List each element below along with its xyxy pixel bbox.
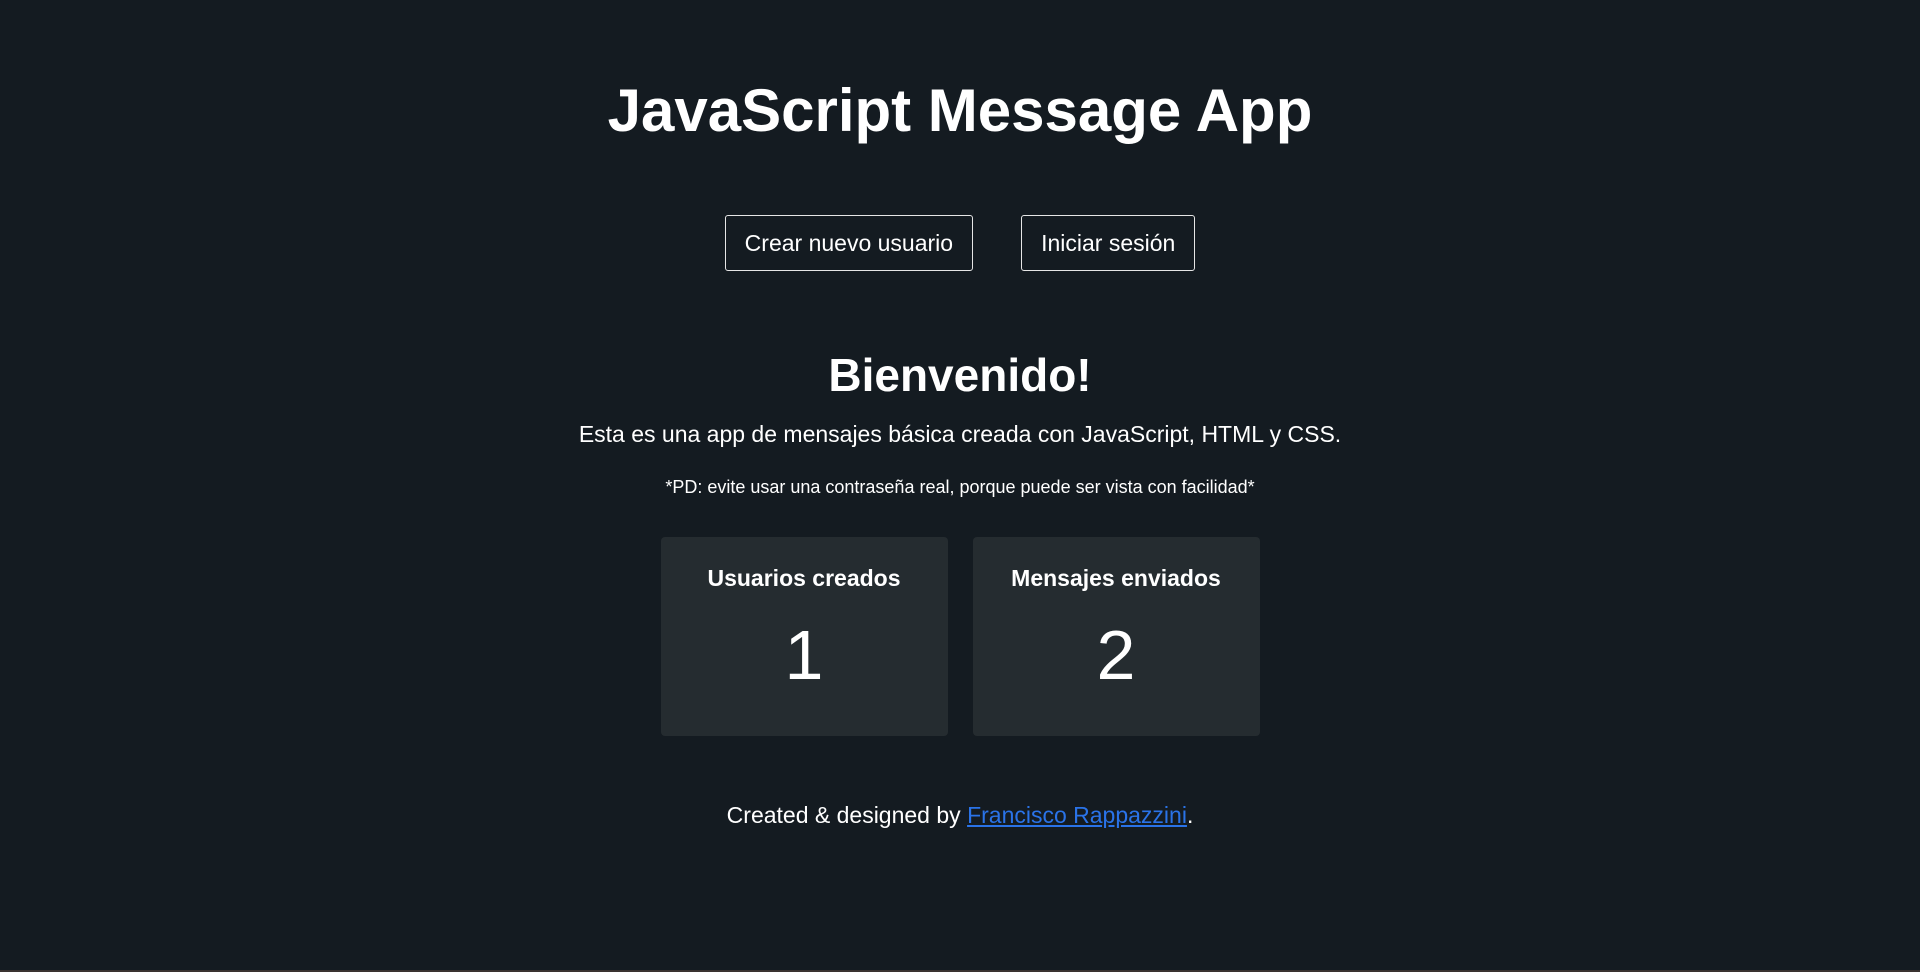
stat-card-users: Usuarios creados 1 <box>660 537 948 736</box>
footer-suffix: . <box>1186 802 1194 828</box>
create-user-button[interactable]: Crear nuevo usuario <box>724 215 974 271</box>
welcome-heading: Bienvenido! <box>828 349 1092 401</box>
auth-actions: Crear nuevo usuario Iniciar sesión <box>0 215 1920 271</box>
author-link[interactable]: Francisco Rappazzini <box>967 802 1187 828</box>
login-button[interactable]: Iniciar sesión <box>1021 215 1196 271</box>
page: JavaScript Message App Crear nuevo usuar… <box>0 0 1920 972</box>
stat-value-messages: 2 <box>1096 616 1136 694</box>
stat-label-messages: Mensajes enviados <box>1011 565 1221 591</box>
stats-section: Usuarios creados 1 Mensajes enviados 2 <box>0 537 1920 736</box>
password-disclaimer: *PD: evite usar una contraseña real, por… <box>665 477 1255 497</box>
stat-value-users: 1 <box>784 616 824 694</box>
footer-prefix: Created & designed by <box>726 802 968 828</box>
footer: Created & designed by Francisco Rappazzi… <box>0 798 1920 832</box>
stat-label-users: Usuarios creados <box>707 565 901 591</box>
app-title: JavaScript Message App <box>607 77 1313 144</box>
stat-card-messages: Mensajes enviados 2 <box>972 537 1260 736</box>
welcome-description: Esta es una app de mensajes básica cread… <box>578 421 1342 447</box>
